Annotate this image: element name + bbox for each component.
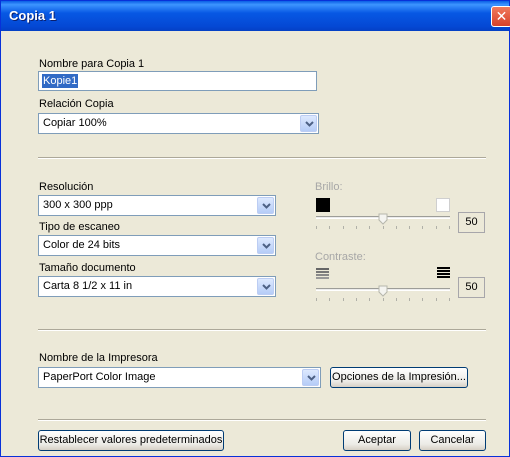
slider-tick	[396, 298, 397, 301]
chevron-down-icon[interactable]	[300, 115, 317, 132]
high-contrast-lines-icon	[437, 267, 450, 278]
slider-tick	[369, 298, 370, 301]
copy-name-input[interactable]: Kopie1	[38, 71, 317, 91]
separator	[38, 329, 486, 331]
contrast-value: 50	[458, 277, 485, 298]
slider-tick	[436, 226, 437, 229]
resolution-select[interactable]: 300 x 300 ppp	[38, 195, 276, 216]
printer-value: PaperPort Color Image	[43, 371, 156, 383]
doc-size-label: Tamaño documento	[39, 262, 136, 274]
slider-tick	[436, 298, 437, 301]
slider-tick	[449, 226, 450, 229]
printer-label: Nombre de la Impresora	[39, 352, 158, 364]
brightness-label: Brillo:	[315, 181, 343, 193]
slider-tick	[316, 226, 317, 229]
slider-tick	[369, 226, 370, 229]
slider-tick	[316, 298, 317, 301]
slider-tick	[383, 226, 384, 229]
chevron-down-icon[interactable]	[257, 237, 274, 254]
slider-tick	[396, 226, 397, 229]
relation-label: Relación Copia	[39, 98, 114, 110]
window-title: Copia 1	[9, 8, 56, 23]
black-square-icon	[316, 198, 330, 212]
title-bar[interactable]: Copia 1 ✕	[1, 1, 510, 31]
scan-type-label: Tipo de escaneo	[39, 221, 120, 233]
copy-name-value: Kopie1	[42, 74, 79, 88]
close-icon: ✕	[495, 8, 508, 24]
ok-button[interactable]: Aceptar	[343, 430, 411, 451]
name-label: Nombre para Copia 1	[39, 58, 145, 70]
contrast-thumb[interactable]	[378, 285, 388, 297]
slider-tick	[329, 298, 330, 301]
reset-defaults-button[interactable]: Restablecer valores predeterminados	[38, 430, 224, 451]
scan-type-value: Color de 24 bits	[43, 239, 121, 251]
scan-type-select[interactable]: Color de 24 bits	[38, 235, 276, 256]
brightness-slider[interactable]	[316, 213, 450, 237]
slider-tick	[343, 298, 344, 301]
print-options-button[interactable]: Opciones de la Impresión...	[330, 367, 468, 388]
chevron-down-icon[interactable]	[257, 278, 274, 295]
slider-tick	[409, 298, 410, 301]
slider-tick	[409, 226, 410, 229]
separator	[38, 157, 486, 159]
slider-tick	[422, 226, 423, 229]
slider-tick	[329, 226, 330, 229]
white-square-icon	[436, 198, 450, 212]
cancel-button[interactable]: Cancelar	[419, 430, 486, 451]
slider-tick	[422, 298, 423, 301]
slider-tick	[356, 226, 357, 229]
slider-tick	[356, 298, 357, 301]
slider-tick	[383, 298, 384, 301]
relation-select[interactable]: Copiar 100%	[38, 113, 319, 134]
brightness-thumb[interactable]	[378, 213, 388, 225]
slider-tick	[343, 226, 344, 229]
doc-size-value: Carta 8 1/2 x 11 in	[43, 280, 133, 292]
resolution-label: Resolución	[39, 181, 94, 193]
dialog-window: Copia 1 ✕ Nombre para Copia 1 Kopie1 Rel…	[0, 0, 510, 457]
relation-value: Copiar 100%	[43, 117, 107, 129]
resolution-value: 300 x 300 ppp	[43, 199, 113, 211]
printer-select[interactable]: PaperPort Color Image	[38, 367, 321, 388]
doc-size-select[interactable]: Carta 8 1/2 x 11 in	[38, 276, 276, 297]
low-contrast-lines-icon	[316, 268, 329, 279]
brightness-value: 50	[458, 212, 485, 233]
contrast-slider[interactable]	[316, 285, 450, 309]
contrast-label: Contraste:	[315, 251, 366, 263]
chevron-down-icon[interactable]	[257, 197, 274, 214]
slider-tick	[449, 298, 450, 301]
separator	[38, 419, 486, 421]
close-button[interactable]: ✕	[491, 6, 510, 27]
chevron-down-icon[interactable]	[302, 369, 319, 386]
